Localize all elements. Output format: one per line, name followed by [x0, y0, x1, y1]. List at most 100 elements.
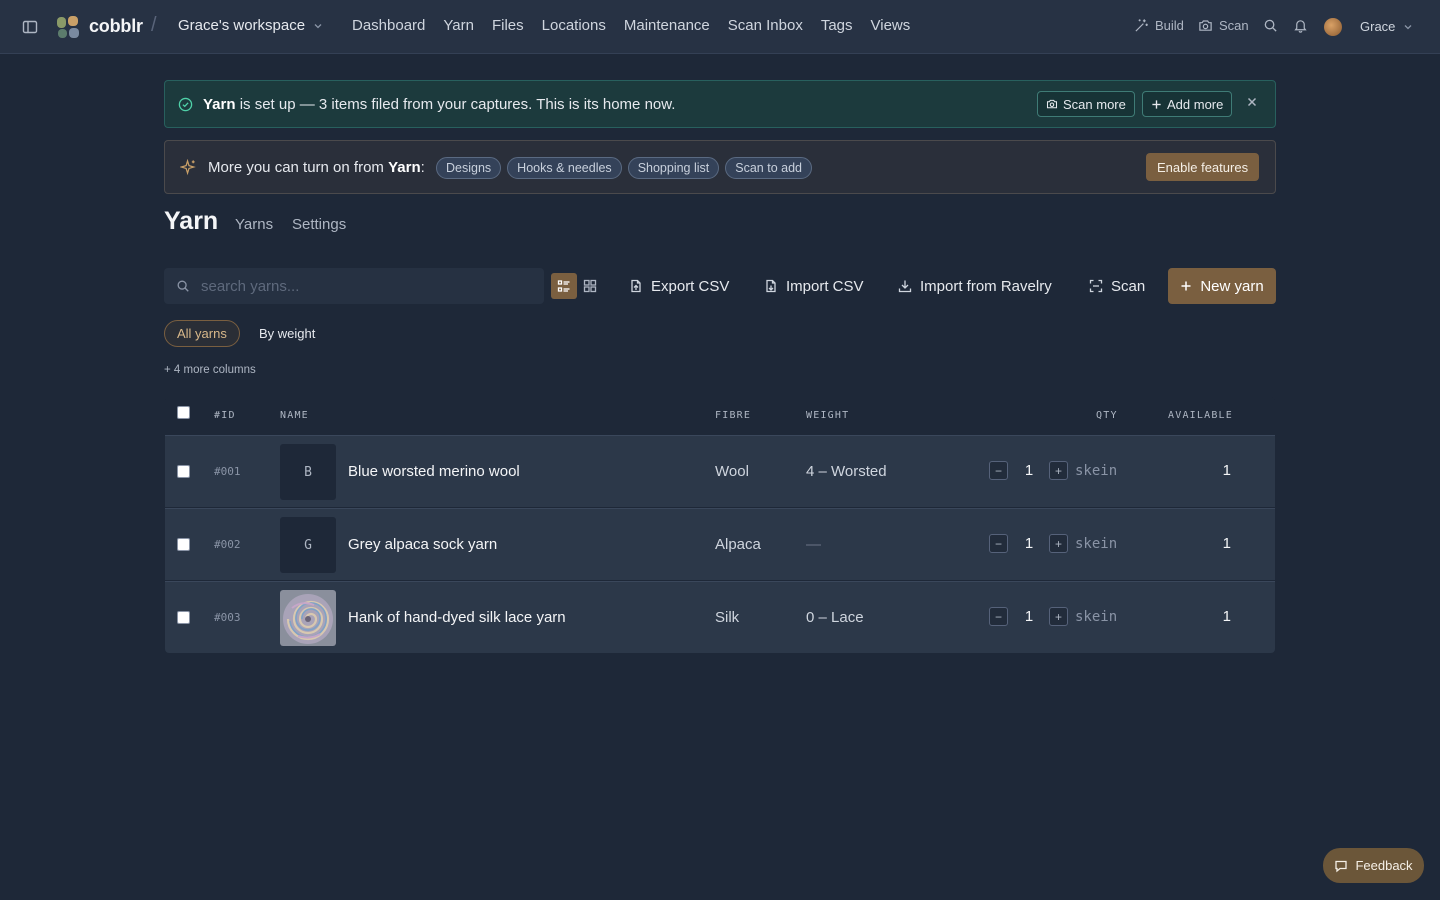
setup-message-app: Yarn: [203, 96, 236, 113]
file-import-icon: [766, 279, 776, 293]
column-header-name[interactable]: NAME: [280, 410, 309, 421]
user-menu[interactable]: Grace: [1360, 19, 1413, 34]
table-row[interactable]: #001 B Blue worsted merino wool Wool 4 –…: [165, 435, 1275, 507]
more-columns-link[interactable]: + 4 more columns: [164, 364, 256, 376]
workspace-switcher[interactable]: Grace's workspace: [178, 17, 323, 34]
feature-chip-shopping-list[interactable]: Shopping list: [627, 157, 720, 179]
scan-label: Scan: [1111, 277, 1146, 295]
row-checkbox[interactable]: [177, 465, 190, 478]
chat-bubble-icon: [1335, 860, 1348, 872]
select-all-checkbox[interactable]: [177, 406, 190, 419]
qty-value: 1: [1024, 535, 1034, 552]
feature-chip-designs[interactable]: Designs: [436, 157, 502, 179]
available-value: 1: [1222, 462, 1231, 479]
sparkle-icon: [180, 159, 197, 176]
grid-view-toggle[interactable]: [577, 273, 603, 299]
enable-features-button[interactable]: Enable features: [1146, 153, 1260, 181]
tab-yarns[interactable]: Yarns: [235, 216, 273, 233]
nav-item-yarn[interactable]: Yarn: [443, 17, 474, 34]
row-weight: 4 – Worsted: [806, 463, 887, 480]
nav-item-tags[interactable]: Tags: [821, 17, 853, 34]
search-box: [164, 268, 544, 304]
feature-chip-scan-to-add[interactable]: Scan to add: [725, 157, 812, 179]
setup-message: Yarn is set up — 3 items filed from your…: [203, 96, 675, 113]
qty-increment-button[interactable]: +: [1049, 607, 1068, 626]
nav-item-views[interactable]: Views: [871, 17, 911, 34]
row-fibre: Alpaca: [715, 536, 761, 553]
column-header-id[interactable]: #ID: [214, 410, 236, 421]
search-input[interactable]: [201, 268, 531, 304]
import-csv-button[interactable]: Import CSV: [764, 268, 864, 304]
file-export-icon: [631, 279, 641, 293]
nav-item-scan-inbox[interactable]: Scan Inbox: [728, 17, 803, 34]
build-button[interactable]: Build: [1134, 18, 1184, 33]
row-name[interactable]: Blue worsted merino wool: [348, 463, 520, 480]
bell-icon: [1294, 20, 1307, 33]
yarn-table: #ID NAME FIBRE WEIGHT QTY AVAILABLE #001…: [165, 397, 1275, 653]
top-navbar: cobblr / Grace's workspace Dashboard Yar…: [0, 0, 1440, 54]
breadcrumb-separator: /: [151, 14, 157, 36]
nav-item-locations[interactable]: Locations: [542, 17, 606, 34]
export-csv-button[interactable]: Export CSV: [629, 268, 729, 304]
camera-icon: [1199, 20, 1212, 31]
cobblr-logo-icon: [56, 15, 80, 39]
qty-decrement-button[interactable]: −: [989, 461, 1008, 480]
features-app: Yarn: [388, 159, 421, 176]
available-value: 1: [1222, 608, 1231, 625]
qty-decrement-button[interactable]: −: [989, 607, 1008, 626]
search-button[interactable]: [1263, 18, 1278, 33]
filter-all-yarns[interactable]: All yarns: [164, 320, 240, 347]
yarn-photo-thumbnail: [280, 590, 336, 646]
import-ravelry-button[interactable]: Import from Ravelry: [898, 268, 1052, 304]
row-thumbnail: B: [280, 444, 336, 500]
qty-unit: skein: [1075, 463, 1118, 479]
column-header-available[interactable]: AVAILABLE: [1168, 410, 1233, 421]
row-fibre: Wool: [715, 463, 749, 480]
search-icon: [1264, 19, 1277, 32]
row-name[interactable]: Hank of hand-dyed silk lace yarn: [348, 609, 566, 626]
nav-item-dashboard[interactable]: Dashboard: [352, 17, 425, 34]
nav-item-files[interactable]: Files: [492, 17, 524, 34]
column-header-weight[interactable]: WEIGHT: [806, 410, 849, 421]
column-header-fibre[interactable]: FIBRE: [715, 410, 751, 421]
chevron-down-icon: [314, 23, 322, 28]
user-avatar[interactable]: [1324, 18, 1342, 36]
notifications-button[interactable]: [1293, 18, 1308, 33]
scan-button[interactable]: Scan: [1089, 268, 1145, 304]
scan-more-label: Scan more: [1063, 96, 1126, 112]
row-checkbox[interactable]: [177, 611, 190, 624]
import-ravelry-label: Import from Ravelry: [920, 277, 1052, 295]
tab-settings[interactable]: Settings: [292, 216, 346, 233]
plus-icon: [1152, 99, 1161, 109]
row-fibre: Silk: [715, 609, 740, 626]
new-yarn-button[interactable]: New yarn: [1168, 268, 1276, 304]
plus-icon: [1181, 281, 1191, 291]
row-id: #002: [214, 538, 241, 551]
column-header-qty[interactable]: QTY: [1096, 410, 1118, 421]
row-name[interactable]: Grey alpaca sock yarn: [348, 536, 497, 553]
table-row[interactable]: #003 Hank of hand-dyed silk lace yarn Si…: [165, 581, 1275, 653]
qty-increment-button[interactable]: +: [1049, 461, 1068, 480]
check-circle-icon: [178, 97, 193, 112]
qty-value: 1: [1024, 462, 1034, 479]
import-csv-label: Import CSV: [786, 277, 864, 295]
close-icon[interactable]: [1246, 96, 1258, 108]
row-weight: 0 – Lace: [806, 609, 864, 626]
scan-more-button[interactable]: Scan more: [1037, 91, 1135, 117]
feature-chip-hooks-needles[interactable]: Hooks & needles: [507, 157, 622, 179]
sidebar-toggle-icon[interactable]: [22, 18, 40, 36]
qty-decrement-button[interactable]: −: [989, 534, 1008, 553]
row-checkbox[interactable]: [177, 538, 190, 551]
table-row[interactable]: #002 G Grey alpaca sock yarn Alpaca — − …: [165, 508, 1275, 580]
feedback-button[interactable]: Feedback: [1323, 848, 1424, 883]
feature-chips: Designs Hooks & needles Shopping list Sc…: [436, 157, 812, 179]
list-view-toggle[interactable]: [551, 273, 577, 299]
qty-increment-button[interactable]: +: [1049, 534, 1068, 553]
nav-item-maintenance[interactable]: Maintenance: [624, 17, 710, 34]
scan-top-button[interactable]: Scan: [1198, 18, 1249, 33]
camera-icon: [1046, 99, 1058, 109]
add-more-button[interactable]: Add more: [1142, 91, 1233, 117]
brand-name[interactable]: cobblr: [89, 16, 143, 37]
filter-by-weight[interactable]: By weight: [247, 320, 327, 347]
table-header: #ID NAME FIBRE WEIGHT QTY AVAILABLE: [165, 397, 1275, 435]
